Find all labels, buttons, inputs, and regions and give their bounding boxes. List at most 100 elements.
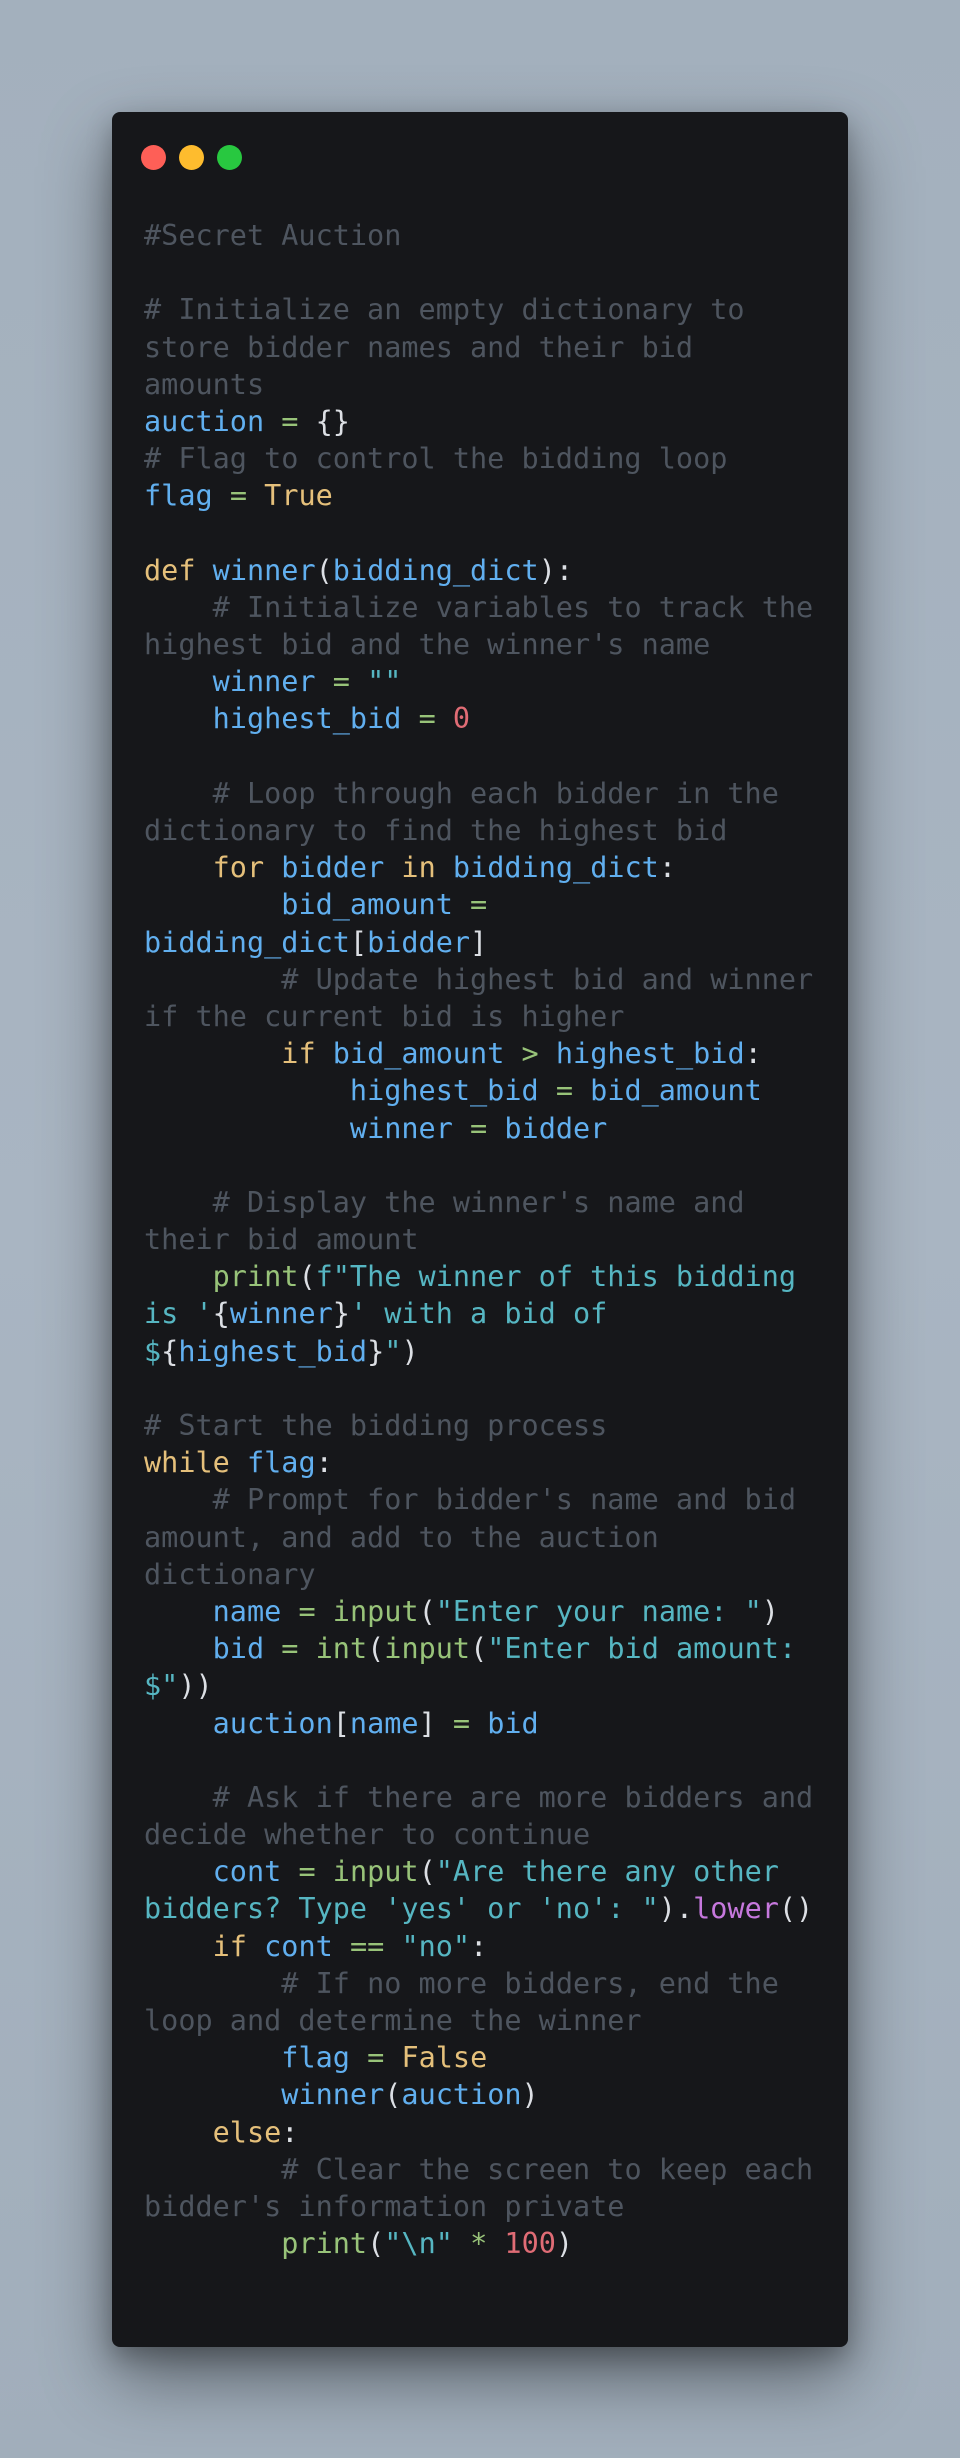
code-token: ]	[470, 925, 488, 959]
code-token: (	[384, 2078, 402, 2112]
minimize-dot-icon[interactable]	[179, 145, 204, 170]
code-token: =	[281, 404, 299, 438]
code-token: if	[281, 1037, 316, 1071]
code-token: # Ask if there are more bidders and	[212, 1780, 814, 1814]
code-token: bidder	[504, 1111, 608, 1145]
code-line: winner = bidder	[144, 1110, 813, 1147]
code-token: =	[452, 1706, 471, 1740]
code-line: is '{winner}' with a bid of	[144, 1295, 813, 1332]
code-token: (	[367, 2227, 385, 2261]
code-token: dictionary	[144, 1557, 316, 1591]
code-token: (	[418, 1855, 436, 1889]
code-token: :	[744, 1037, 762, 1071]
code-token: =	[281, 1632, 299, 1666]
code-line: dictionary	[144, 1556, 813, 1593]
maximize-dot-icon[interactable]	[217, 145, 242, 170]
code-token: is '	[144, 1297, 213, 1331]
code-line: def winner(bidding_dict):	[144, 552, 813, 589]
code-token: :	[470, 1929, 488, 1963]
code-token: flag	[281, 2041, 350, 2075]
code-line: if the current bid is higher	[144, 998, 813, 1035]
code-line: highest_bid = 0	[144, 700, 813, 737]
code-line: amounts	[144, 366, 813, 403]
code-token: {	[212, 1297, 230, 1331]
code-token: #Secret Auction	[144, 219, 402, 252]
code-token: "Are there any other	[435, 1855, 779, 1889]
code-line: # If no more bidders, end the	[144, 1965, 813, 2002]
code-token: their bid amount	[144, 1223, 419, 1257]
code-token: False	[401, 2041, 488, 2075]
code-token: store bidder names and their bid	[144, 330, 694, 364]
code-line: # Prompt for bidder's name and bid	[144, 1481, 813, 1518]
code-token: # Initialize variables to track the	[212, 590, 814, 624]
code-token: bid	[212, 1632, 265, 1666]
code-token: auction	[212, 1706, 333, 1740]
code-token: )	[521, 2078, 539, 2112]
code-line: while flag:	[144, 1444, 813, 1481]
code-token: =	[367, 2041, 385, 2075]
code-token: lower	[693, 1892, 779, 1926]
code-token: auction	[401, 2078, 522, 2112]
code-token: print	[212, 1260, 299, 1294]
code-line: their bid amount	[144, 1221, 813, 1258]
code-line: auction[name] = bid	[144, 1705, 813, 1742]
code-token: bidding_dict	[332, 553, 539, 587]
code-token: else	[212, 2115, 282, 2149]
code-token: =	[470, 888, 488, 922]
code-token: )	[761, 1594, 779, 1628]
code-token: bidding_dict	[144, 925, 350, 959]
code-block: #Secret Auction # Initialize an empty di…	[144, 217, 813, 2262]
code-token: (	[418, 1594, 436, 1628]
code-window: #Secret Auction # Initialize an empty di…	[112, 112, 848, 2347]
code-token: >	[521, 1037, 539, 1071]
code-token: }	[367, 1334, 385, 1368]
code-token: }	[332, 1297, 350, 1331]
code-token: winner	[281, 2078, 385, 2112]
code-line: bidding_dict[bidder]	[144, 924, 813, 961]
close-dot-icon[interactable]	[141, 145, 166, 170]
code-token: highest_bid	[178, 1334, 368, 1368]
code-line: bid = int(input("Enter bid amount:	[144, 1630, 813, 1667]
code-token: cont	[264, 1929, 333, 1963]
code-token: :	[315, 1446, 333, 1480]
code-token: $	[144, 1334, 162, 1368]
code-token: $"	[144, 1669, 179, 1703]
code-token: bidder	[367, 925, 471, 959]
code-token: decide whether to continue	[144, 1818, 591, 1852]
code-line: $"))	[144, 1667, 813, 1704]
code-token: winner	[212, 553, 316, 587]
code-token: int	[315, 1632, 368, 1666]
code-line: loop and determine the winner	[144, 2002, 813, 2039]
code-token: bidding_dict	[452, 851, 659, 885]
code-line: highest bid and the winner's name	[144, 626, 813, 663]
code-token: =	[418, 702, 436, 736]
code-line: winner(auction)	[144, 2076, 813, 2113]
code-token: if	[212, 1929, 247, 1963]
code-token: 0	[452, 702, 471, 736]
code-token: 100	[504, 2227, 556, 2261]
code-line: else:	[144, 2114, 813, 2151]
code-token: "no"	[401, 1929, 471, 1963]
